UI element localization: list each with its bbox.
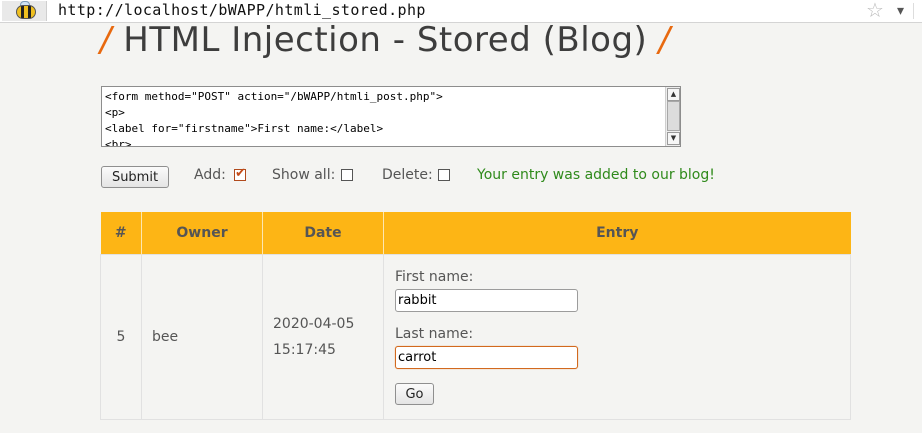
blog-table: # Owner Date Entry 5 bee 2020-04-05 15:1…: [100, 212, 851, 420]
table-header-row: # Owner Date Entry: [100, 212, 851, 255]
title-slash-right: /: [658, 20, 671, 60]
bee-favicon-icon: [2, 1, 47, 21]
url-text[interactable]: http://localhost/bWAPP/htmli_stored.php: [58, 1, 426, 19]
cell-entry: First name: Last name: Go: [383, 254, 851, 420]
bookmark-star-icon[interactable]: ☆: [866, 0, 884, 22]
injected-form: First name: Last name: Go: [395, 269, 578, 405]
scroll-thumb[interactable]: [667, 101, 680, 131]
header-owner: Owner: [141, 212, 263, 255]
lastname-label: Last name:: [395, 326, 474, 342]
submit-button[interactable]: Submit: [101, 166, 169, 188]
entry-textarea[interactable]: <form method="POST" action="/bWAPP/htmli…: [102, 87, 667, 146]
status-message: Your entry was added to our blog!: [477, 167, 715, 183]
show-all-checkbox[interactable]: [341, 169, 353, 181]
time-value: 15:17:45: [273, 342, 336, 358]
firstname-input[interactable]: [395, 289, 578, 312]
firstname-label: First name:: [395, 269, 474, 285]
table-row: 5 bee 2020-04-05 15:17:45 First name: La…: [100, 254, 851, 420]
checkmark-icon: ✔: [235, 166, 246, 181]
header-number: #: [100, 212, 142, 255]
scroll-up-arrow-icon[interactable]: ▲: [667, 88, 680, 101]
entry-textarea-container: <form method="POST" action="/bWAPP/htmli…: [101, 86, 681, 147]
textarea-scrollbar[interactable]: ▲ ▼: [665, 87, 680, 146]
page-title: / HTML Injection - Stored (Blog) /: [100, 20, 671, 60]
add-checkbox[interactable]: ✔: [234, 166, 246, 181]
delete-label: Delete:: [382, 167, 433, 183]
show-all-label: Show all:: [272, 167, 336, 183]
lastname-input[interactable]: [395, 346, 578, 369]
title-slash-left: /: [100, 20, 112, 60]
date-value: 2020-04-05: [273, 316, 355, 332]
go-button[interactable]: Go: [395, 383, 434, 405]
url-dropdown-icon[interactable]: ▾: [897, 0, 904, 22]
cell-number: 5: [100, 254, 142, 420]
header-entry: Entry: [383, 212, 851, 255]
delete-checkbox[interactable]: [438, 169, 450, 181]
cell-date: 2020-04-05 15:17:45: [262, 254, 384, 420]
url-bar-divider: [913, 3, 914, 19]
header-date: Date: [262, 212, 384, 255]
scroll-down-arrow-icon[interactable]: ▼: [667, 132, 680, 145]
add-label: Add:: [194, 167, 226, 183]
cell-owner: bee: [141, 254, 263, 420]
page-title-text: HTML Injection - Stored (Blog): [123, 20, 648, 60]
